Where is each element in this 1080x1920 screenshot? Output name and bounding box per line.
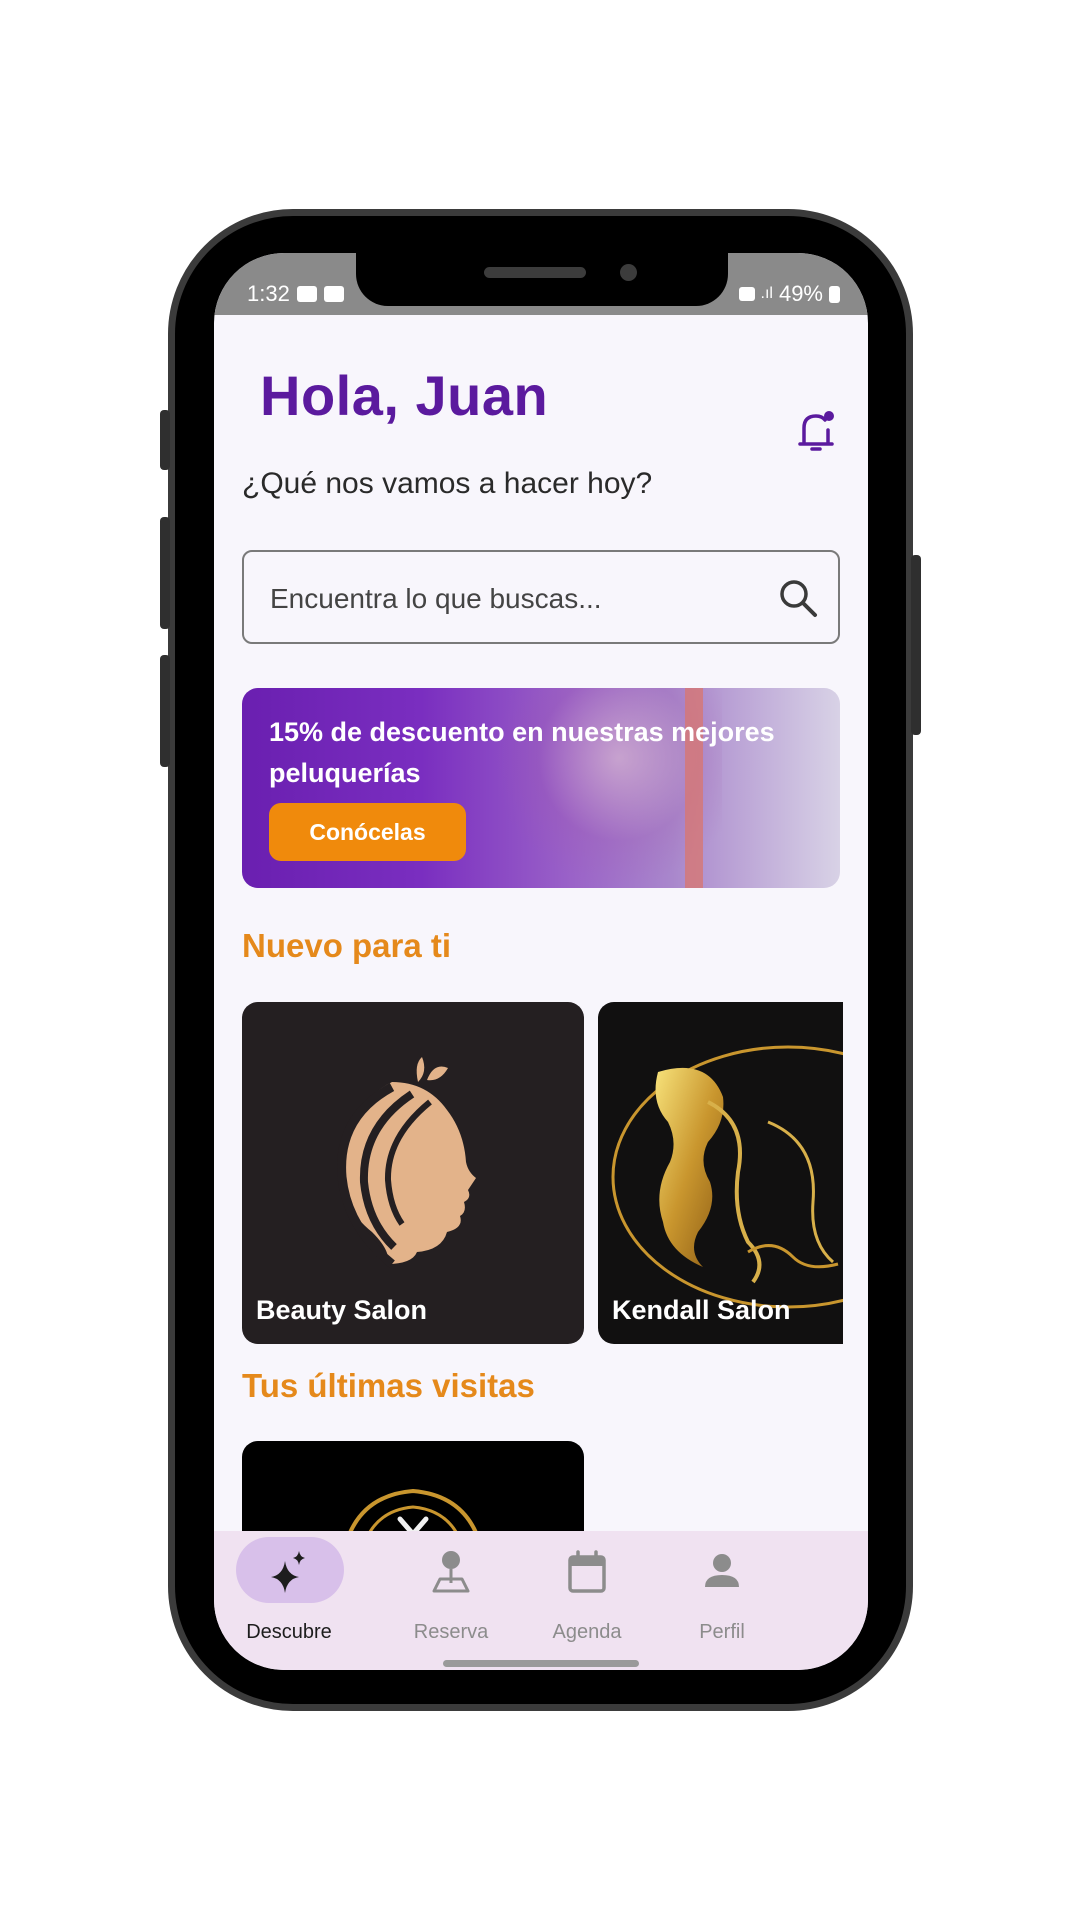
youtube-icon [296, 286, 317, 302]
notification-bell-icon[interactable] [796, 408, 836, 454]
volume-down-button [160, 655, 170, 767]
speaker-grille [484, 267, 586, 278]
map-pin-icon [432, 1551, 470, 1593]
notch [356, 253, 728, 306]
greeting-title: Hola, Juan [260, 364, 549, 427]
person-icon [705, 1554, 739, 1587]
promo-banner[interactable]: 15% de descuento en nuestras mejores pel… [242, 688, 840, 888]
nav-item-descubre[interactable]: Descubre [214, 1531, 364, 1651]
salon-logo-image [611, 1045, 843, 1309]
nav-item-perfil[interactable]: Perfil [647, 1531, 797, 1651]
promo-text: 15% de descuento en nuestras mejores pel… [269, 717, 775, 788]
section-title-recent-visits: Tus últimas visitas [242, 1367, 535, 1404]
salon-logo-image [337, 1057, 476, 1268]
nav-label: Agenda [552, 1621, 622, 1643]
power-button [911, 555, 921, 735]
status-right: .ıl 49% [738, 281, 840, 307]
search-input[interactable] [268, 580, 752, 618]
sparkles-icon [271, 1551, 305, 1593]
nav-label: Descubre [246, 1621, 332, 1643]
app-screen: 1:32 .ıl 49% Hola, Juan ¿Qué nos vamos a… [214, 253, 868, 1670]
home-indicator[interactable] [443, 1660, 639, 1667]
status-time: 1:32 [247, 281, 290, 306]
status-left: 1:32 [247, 281, 344, 307]
signal-icon: .ıl [760, 285, 773, 302]
nav-item-agenda[interactable]: Agenda [512, 1531, 662, 1651]
discover-salons-button[interactable]: Conócelas [269, 803, 466, 861]
salon-card-name: Kendall Salon [612, 1295, 791, 1325]
mute-switch [160, 410, 170, 470]
section-title-new: Nuevo para ti [242, 927, 452, 964]
salon-card[interactable]: Beauty Salon [242, 1002, 584, 1344]
volume-up-button [160, 517, 170, 629]
salon-card-name: Beauty Salon [256, 1295, 428, 1325]
battery-percent: 49% [778, 281, 823, 306]
nav-label: Reserva [413, 1621, 489, 1643]
front-camera [620, 264, 637, 281]
search-bar[interactable] [242, 550, 840, 644]
network-icon [738, 287, 755, 301]
calendar-icon [568, 1550, 606, 1593]
battery-icon [829, 285, 840, 303]
page-subtitle: ¿Qué nos vamos a hacer hoy? [242, 467, 653, 500]
bottom-navigation: Descubre Reserva Agenda Perfil [214, 1531, 868, 1670]
nav-item-reserva[interactable]: Reserva [376, 1531, 526, 1651]
salon-card[interactable]: Kendall Salon [598, 1002, 843, 1344]
search-icon[interactable] [776, 576, 820, 620]
image-icon [323, 286, 344, 302]
nav-label: Perfil [699, 1621, 745, 1643]
